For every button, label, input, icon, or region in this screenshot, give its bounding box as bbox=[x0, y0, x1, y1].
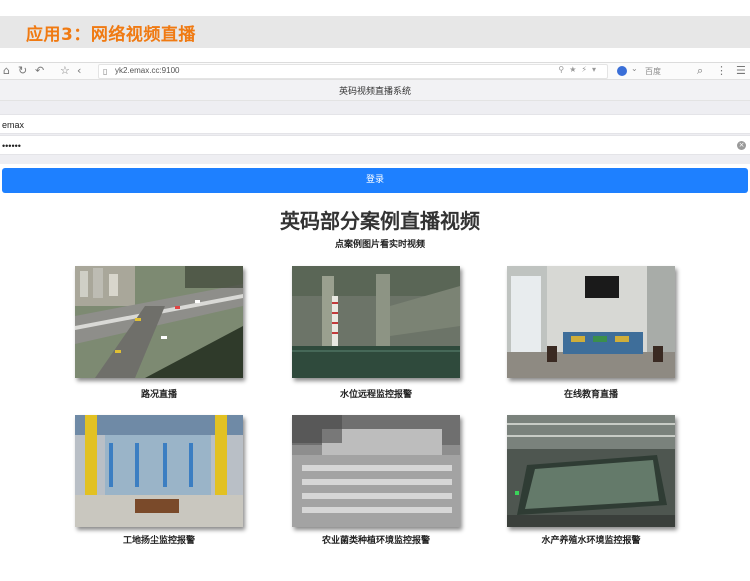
menu-icon[interactable]: ☰ bbox=[736, 64, 746, 78]
system-title: 英码视频直播系统 bbox=[338, 87, 411, 97]
page: 应用3：网络视频直播 ⌂ ↻ ↶ ☆ ‹ ▯ yk2.emax.cc:9100 … bbox=[0, 0, 750, 581]
url-text[interactable]: yk2.emax.cc:9100 bbox=[115, 66, 179, 75]
undo-icon[interactable]: ↶ bbox=[35, 64, 44, 78]
username-input[interactable] bbox=[2, 117, 722, 132]
home-icon[interactable]: ⌂ bbox=[3, 64, 10, 78]
address-bar[interactable]: ▯ yk2.emax.cc:9100 ⚲★⚡▾ bbox=[98, 64, 608, 79]
page-icon: ▯ bbox=[103, 67, 108, 76]
cases-subtitle: 点案例图片看实时视频 bbox=[334, 240, 425, 250]
case-thumbnail-aquaculture[interactable] bbox=[507, 415, 675, 527]
case-caption[interactable]: 水位远程监控报警 bbox=[272, 387, 480, 400]
password-input[interactable] bbox=[2, 138, 722, 153]
case-caption[interactable]: 农业菌类种植环境监控报警 bbox=[272, 533, 480, 546]
cases-title: 英码部分案例直播视频 bbox=[280, 209, 480, 233]
browser-toolbar: ⌂ ↻ ↶ ☆ ‹ ▯ yk2.emax.cc:9100 ⚲★⚡▾ ⌄ 百度 ⌕… bbox=[0, 62, 750, 80]
system-title-bar: 英码视频直播系统 bbox=[0, 80, 750, 101]
back-icon[interactable]: ‹ bbox=[77, 64, 81, 78]
case-thumbnail-mushroom[interactable] bbox=[292, 415, 460, 527]
chevron-down-icon[interactable]: ⌄ bbox=[631, 64, 638, 73]
clear-icon[interactable]: × bbox=[737, 141, 746, 150]
password-field[interactable]: × bbox=[0, 135, 750, 155]
heading-title: 应用3：网络视频直播 bbox=[26, 25, 196, 45]
favorites-icon[interactable]: ☆ bbox=[60, 64, 70, 78]
more-icon[interactable]: ⋮ bbox=[716, 64, 727, 78]
search-icon[interactable]: ⌕ bbox=[697, 64, 703, 78]
case-thumbnail-road[interactable] bbox=[75, 266, 243, 378]
case-thumbnail-water-level[interactable] bbox=[292, 266, 460, 378]
case-caption[interactable]: 在线教育直播 bbox=[487, 387, 695, 400]
heading-banner: 应用3：网络视频直播 bbox=[0, 16, 750, 48]
address-bar-icons[interactable]: ⚲★⚡▾ bbox=[558, 65, 601, 74]
case-thumbnail-construction[interactable] bbox=[75, 415, 243, 527]
login-button[interactable]: 登录 bbox=[2, 168, 748, 193]
case-caption[interactable]: 路况直播 bbox=[55, 387, 263, 400]
search-engine-icon[interactable] bbox=[617, 66, 627, 76]
search-engine-label[interactable]: 百度 bbox=[645, 66, 661, 77]
refresh-icon[interactable]: ↻ bbox=[18, 64, 27, 78]
username-field[interactable] bbox=[0, 114, 750, 134]
case-thumbnail-education[interactable] bbox=[507, 266, 675, 378]
case-caption[interactable]: 水产养殖水环境监控报警 bbox=[487, 533, 695, 546]
case-caption[interactable]: 工地扬尘监控报警 bbox=[55, 533, 263, 546]
